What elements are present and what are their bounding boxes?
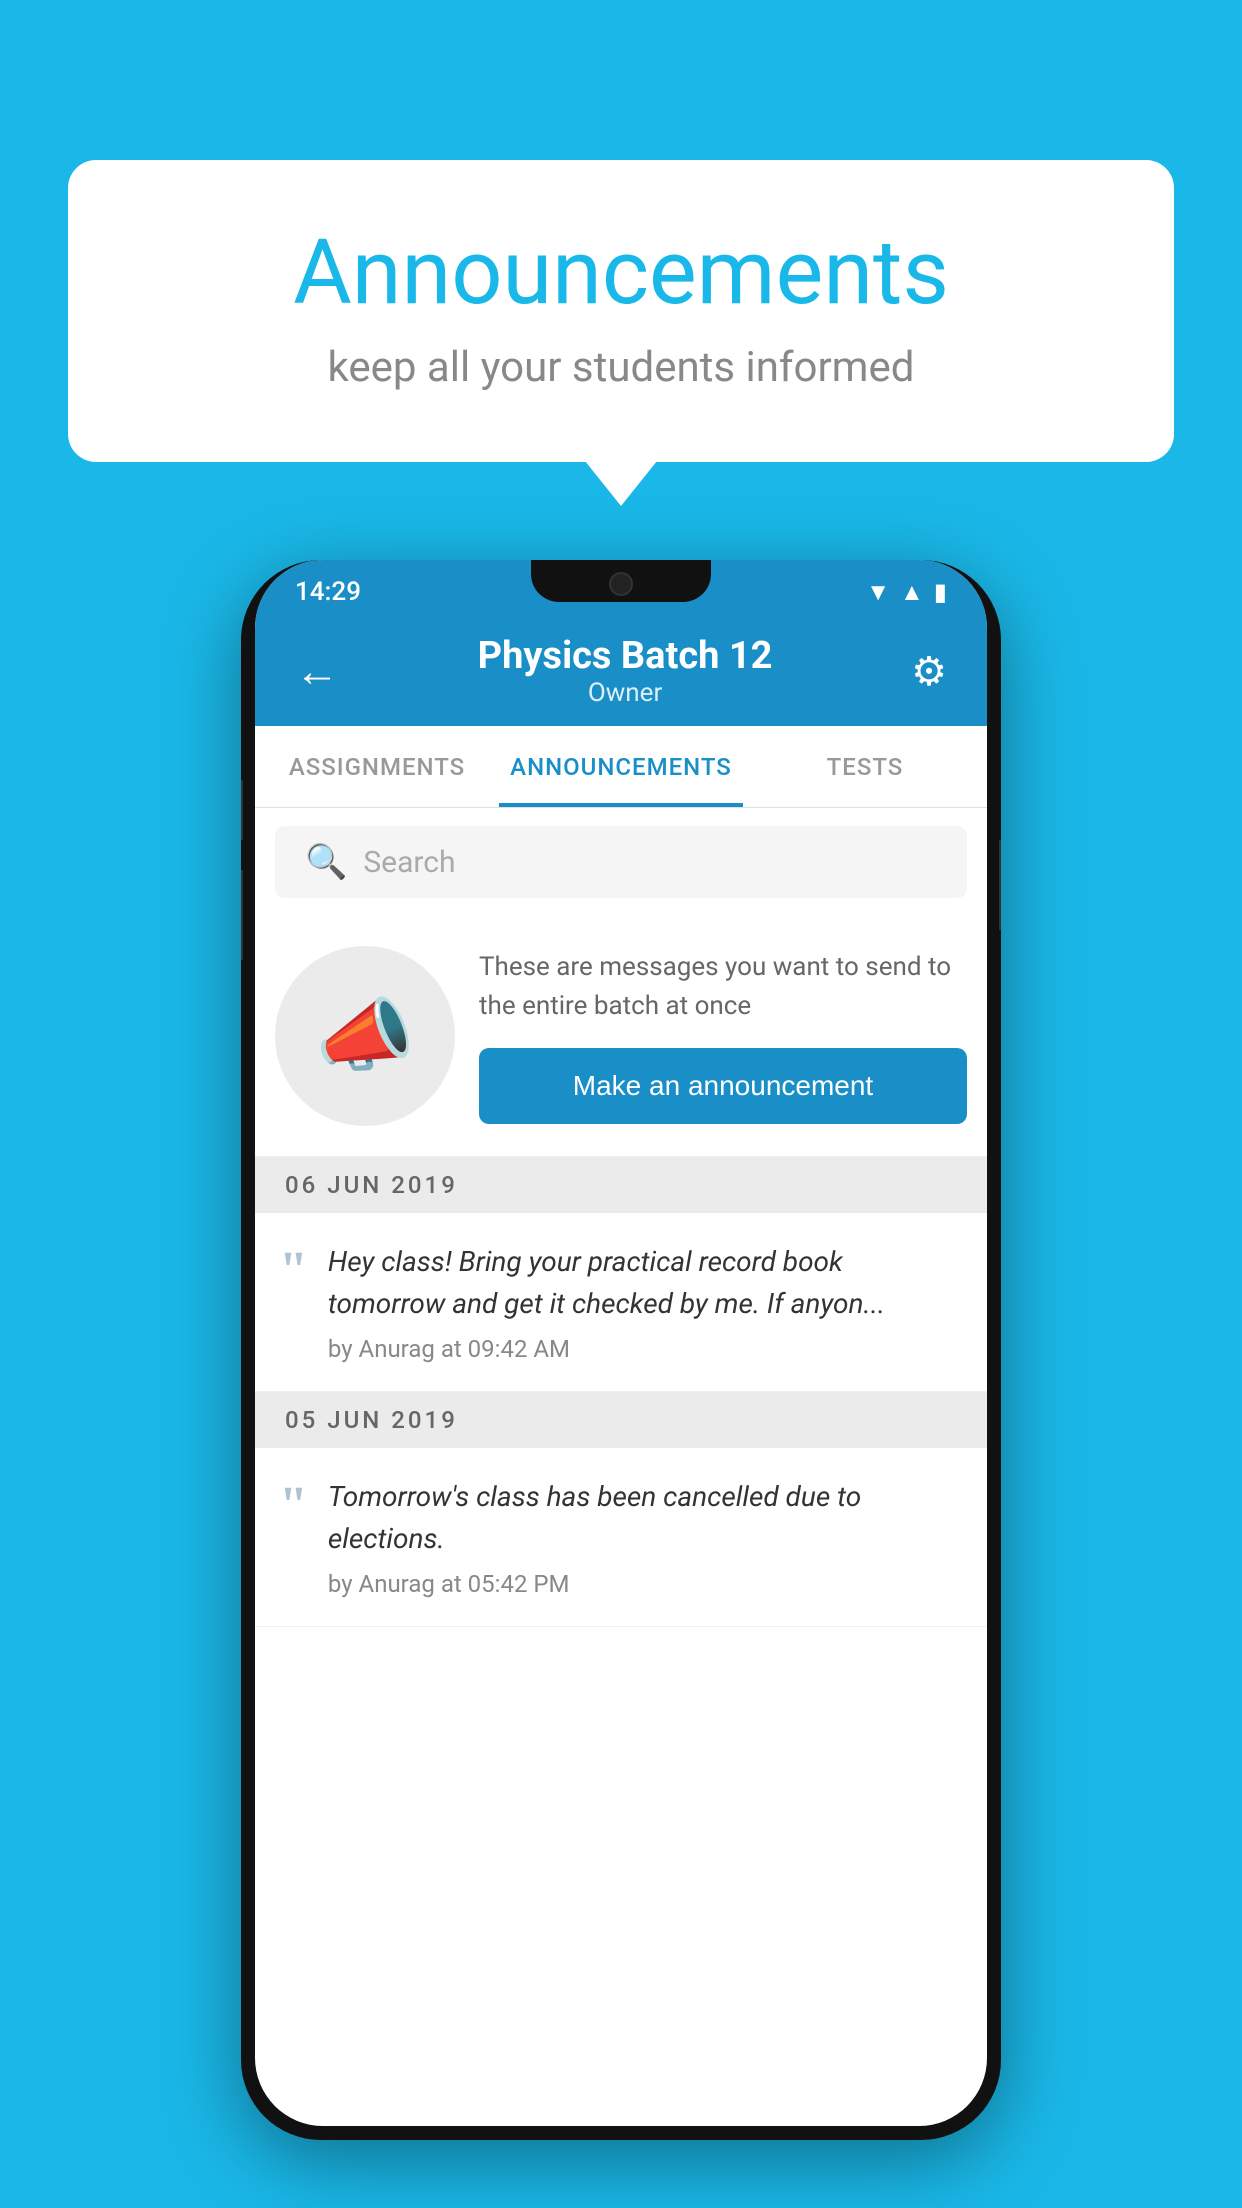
status-icons: ▼ ▲ ▮ — [866, 578, 947, 607]
power-button — [999, 840, 1001, 930]
tab-assignments[interactable]: ASSIGNMENTS — [255, 726, 499, 807]
announce-right: These are messages you want to send to t… — [479, 948, 967, 1124]
tab-tests[interactable]: TESTS — [743, 726, 987, 807]
message-item-2: " Tomorrow's class has been cancelled du… — [255, 1448, 987, 1627]
speech-bubble-container: Announcements keep all your students inf… — [68, 160, 1174, 462]
phone-mockup: 14:29 ▼ ▲ ▮ ← Physics Batch 12 Owner ⚙ A… — [241, 560, 1001, 2140]
search-bar[interactable]: 🔍 Search — [275, 826, 967, 898]
status-time: 14:29 — [295, 577, 361, 607]
tab-announcements[interactable]: ANNOUNCEMENTS — [499, 726, 743, 807]
content-area: 🔍 Search 📣 These are messages you want t… — [255, 808, 987, 1627]
message-author-2: by Anurag at 05:42 PM — [328, 1570, 963, 1598]
make-announcement-button[interactable]: Make an announcement — [479, 1048, 967, 1124]
message-content-1: Hey class! Bring your practical record b… — [328, 1241, 963, 1363]
front-camera — [609, 572, 633, 596]
volume-down-button — [241, 870, 243, 960]
announce-description: These are messages you want to send to t… — [479, 948, 967, 1026]
message-item-1: " Hey class! Bring your practical record… — [255, 1213, 987, 1392]
bubble-subtitle: keep all your students informed — [148, 343, 1094, 392]
phone-notch — [531, 560, 711, 602]
message-author-1: by Anurag at 09:42 AM — [328, 1335, 963, 1363]
announce-prompt: 📣 These are messages you want to send to… — [255, 916, 987, 1157]
search-placeholder: Search — [363, 845, 455, 880]
message-text-2: Tomorrow's class has been cancelled due … — [328, 1476, 963, 1560]
date-divider-2: 05 JUN 2019 — [255, 1392, 987, 1448]
speech-bubble: Announcements keep all your students inf… — [68, 160, 1174, 462]
volume-up-button — [241, 780, 243, 840]
quote-icon-2: " — [279, 1480, 308, 1532]
app-bar-title-group: Physics Batch 12 Owner — [349, 634, 901, 708]
app-bar-title: Physics Batch 12 — [349, 634, 901, 678]
bubble-title: Announcements — [148, 220, 1094, 325]
quote-icon-1: " — [279, 1245, 308, 1297]
megaphone-circle: 📣 — [275, 946, 455, 1126]
search-icon: 🔍 — [305, 842, 347, 882]
date-divider-1: 06 JUN 2019 — [255, 1157, 987, 1213]
phone-body: 14:29 ▼ ▲ ▮ ← Physics Batch 12 Owner ⚙ A… — [241, 560, 1001, 2140]
megaphone-icon: 📣 — [315, 989, 415, 1083]
phone-screen: 14:29 ▼ ▲ ▮ ← Physics Batch 12 Owner ⚙ A… — [255, 560, 987, 2126]
back-button[interactable]: ← — [285, 639, 349, 703]
message-text-1: Hey class! Bring your practical record b… — [328, 1241, 963, 1325]
signal-icon: ▲ — [900, 578, 924, 607]
settings-button[interactable]: ⚙ — [901, 638, 957, 705]
wifi-icon: ▼ — [866, 578, 890, 607]
app-bar-subtitle: Owner — [349, 678, 901, 708]
app-bar: ← Physics Batch 12 Owner ⚙ — [255, 616, 987, 726]
battery-icon: ▮ — [934, 578, 947, 606]
tabs-bar: ASSIGNMENTS ANNOUNCEMENTS TESTS — [255, 726, 987, 808]
message-content-2: Tomorrow's class has been cancelled due … — [328, 1476, 963, 1598]
